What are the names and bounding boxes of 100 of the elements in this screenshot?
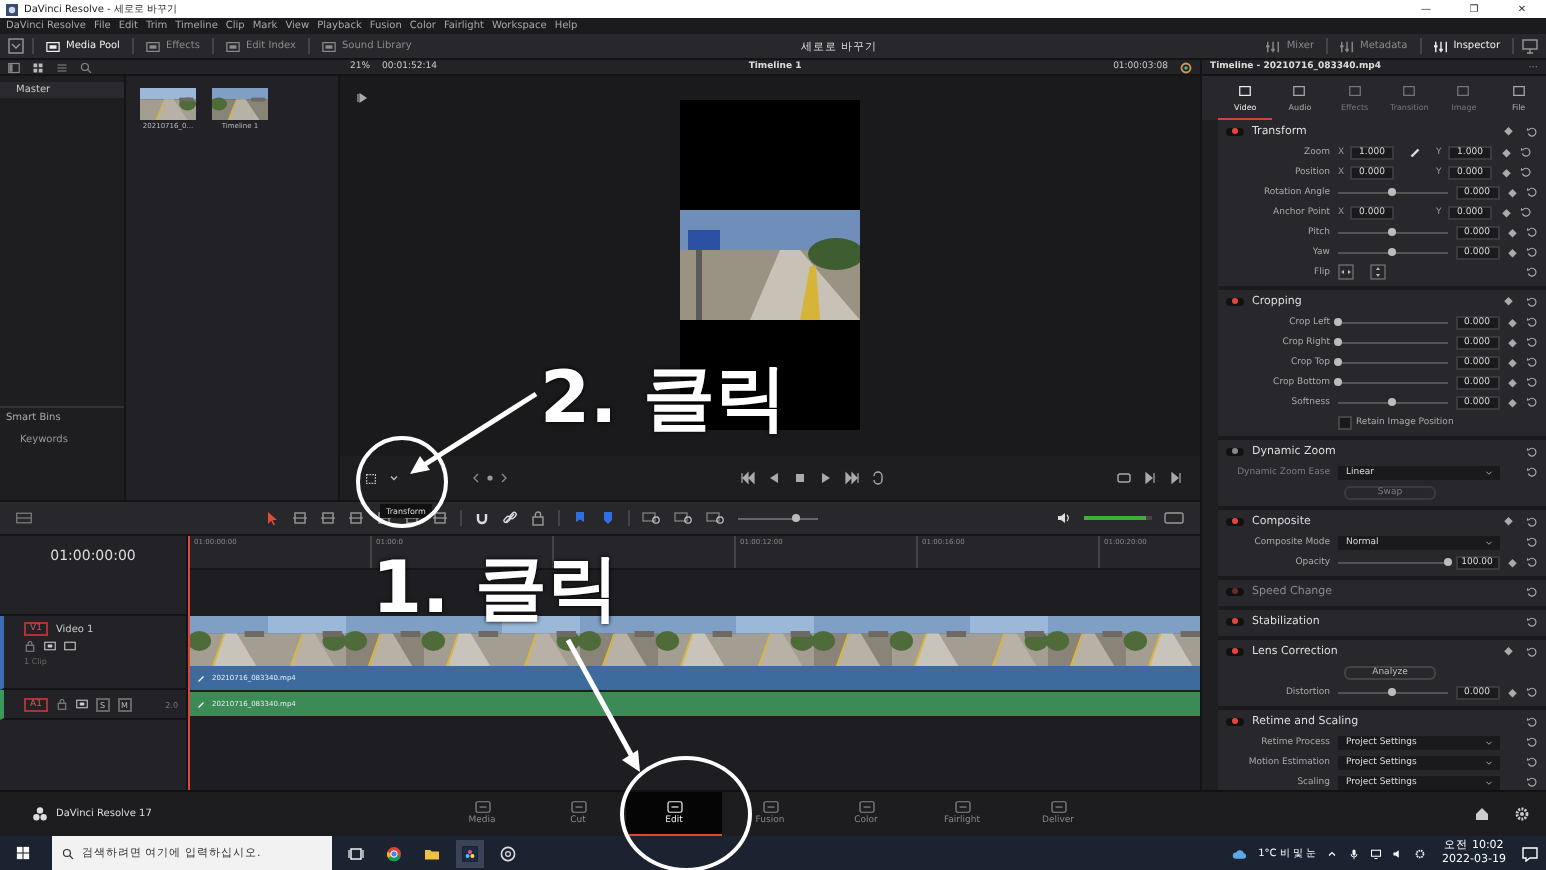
flip-horizontal-icon[interactable]: [1338, 264, 1354, 280]
app-logo-icon: [32, 806, 48, 822]
sliders-icon: [1266, 39, 1281, 53]
jump-icon[interactable]: [356, 92, 368, 104]
layout-icon[interactable]: [16, 510, 32, 526]
keyframe-icon[interactable]: [1504, 297, 1513, 305]
task-view-icon[interactable]: [348, 845, 364, 861]
chevron-up-icon[interactable]: [1326, 847, 1339, 859]
auto-select-icon[interactable]: [44, 640, 56, 652]
keyframe-icon[interactable]: [1508, 378, 1517, 386]
arrow: [408, 390, 540, 478]
frame-icon: [1292, 83, 1307, 97]
marker-icon[interactable]: [600, 510, 616, 526]
frame-icon: [1511, 83, 1526, 97]
sliders-icon: [1433, 39, 1448, 53]
match-frame-icon[interactable]: [1116, 470, 1132, 486]
keyframe-icon[interactable]: [1501, 208, 1510, 216]
search-icon[interactable]: [80, 61, 92, 73]
frame-icon: [1347, 83, 1362, 97]
edit-tool-icon[interactable]: [432, 510, 448, 526]
microphone-icon[interactable]: [1348, 847, 1361, 859]
monitor-icon[interactable]: [1522, 38, 1539, 54]
window-icon: [473, 800, 491, 814]
window-icon: [1049, 800, 1067, 814]
reset-icon[interactable]: [1526, 585, 1538, 597]
play-icon[interactable]: [818, 470, 834, 486]
go-to-start-icon[interactable]: [740, 470, 756, 486]
color-wheel-icon[interactable]: [1180, 61, 1193, 73]
keyframe-icon[interactable]: [1508, 228, 1517, 236]
marker-nav-icon[interactable]: [470, 472, 510, 484]
sliders-icon: [1340, 39, 1354, 53]
window-icon: [953, 800, 971, 814]
reset-icon[interactable]: [1526, 686, 1538, 698]
window-icon: [225, 39, 240, 53]
reverse-play-icon[interactable]: [766, 470, 782, 486]
window-icon: [857, 800, 875, 814]
lock-icon[interactable]: [24, 640, 36, 652]
keyframe-icon[interactable]: [1504, 127, 1513, 135]
keyframe-icon[interactable]: [1501, 168, 1510, 176]
keyframe-icon[interactable]: [1508, 248, 1517, 256]
zoom-view-icon[interactable]: [706, 510, 726, 526]
lock-icon[interactable]: [530, 510, 546, 526]
stop-icon[interactable]: [792, 470, 808, 486]
keyframe-icon[interactable]: [1508, 318, 1517, 326]
notification-icon[interactable]: [1522, 845, 1538, 861]
zoom-slider[interactable]: [738, 512, 818, 524]
network-icon[interactable]: [1370, 847, 1383, 859]
zoom-view-icon[interactable]: [642, 510, 662, 526]
lock-icon[interactable]: [55, 698, 68, 710]
annotation-text: 2. 클릭: [540, 364, 787, 436]
settings-icon[interactable]: [1514, 806, 1530, 822]
loop-icon[interactable]: [870, 470, 886, 486]
gear-icon[interactable]: [1414, 847, 1427, 859]
magnet-icon[interactable]: [474, 510, 490, 526]
reset-icon[interactable]: [1526, 615, 1538, 627]
frame-icon: [1456, 83, 1471, 97]
speaker-icon[interactable]: [1056, 510, 1072, 526]
window-icon: [145, 39, 160, 53]
reset-icon[interactable]: [1526, 645, 1538, 657]
cloud-icon: [1232, 845, 1249, 861]
flag-icon[interactable]: [572, 510, 588, 526]
keyframe-icon[interactable]: [1508, 398, 1517, 406]
zoom-view-icon[interactable]: [674, 510, 694, 526]
app-icon: [6, 3, 18, 15]
panel-icon[interactable]: [8, 38, 24, 54]
keyframe-icon[interactable]: [1504, 517, 1513, 525]
monitor-icon[interactable]: [64, 640, 76, 652]
checkbox[interactable]: [1338, 415, 1352, 429]
window-icon: [46, 39, 60, 53]
pointer-icon[interactable]: [264, 510, 280, 526]
meter-icon[interactable]: [1164, 510, 1184, 526]
keyframe-icon[interactable]: [1501, 148, 1510, 156]
frame-icon: [1238, 83, 1253, 97]
sidebar-toggle-icon[interactable]: [8, 61, 20, 73]
auto-select-icon[interactable]: [75, 698, 88, 710]
start-icon[interactable]: [16, 846, 30, 860]
go-to-end-icon[interactable]: [844, 470, 860, 486]
keyframe-icon[interactable]: [1508, 688, 1517, 696]
volume-icon[interactable]: [1392, 847, 1405, 859]
folder-icon[interactable]: [424, 845, 440, 861]
frame-icon: [1402, 83, 1417, 97]
browser-icon[interactable]: [386, 845, 402, 861]
arrow: [564, 636, 644, 776]
keyframe-icon[interactable]: [1504, 647, 1513, 655]
window-icon: [761, 800, 779, 814]
keyframe-icon[interactable]: [1508, 558, 1517, 566]
keyframe-icon[interactable]: [1508, 338, 1517, 346]
grid-view-icon[interactable]: [32, 61, 44, 73]
transform-icon[interactable]: [364, 471, 378, 485]
end-marker-icon[interactable]: [1168, 470, 1184, 486]
keyframe-icon[interactable]: [1508, 358, 1517, 366]
caret-icon: [1483, 537, 1493, 547]
caret-icon: [1483, 467, 1493, 477]
caret-icon[interactable]: [388, 472, 400, 484]
keyframe-icon[interactable]: [1508, 188, 1517, 196]
window-icon: [322, 39, 336, 53]
home-icon[interactable]: [1474, 806, 1490, 822]
flip-vertical-icon[interactable]: [1370, 264, 1386, 280]
next-frame-icon[interactable]: [1142, 470, 1158, 486]
aperture-icon[interactable]: [500, 845, 516, 861]
